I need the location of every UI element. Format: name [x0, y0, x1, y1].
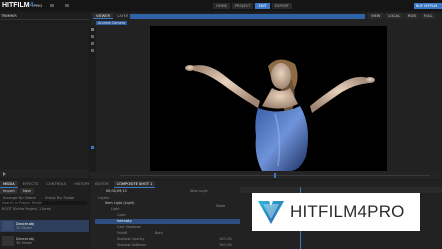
- layer-row[interactable]: Shadow Softness 100.0%: [95, 243, 240, 248]
- import-button[interactable]: Import: [0, 188, 18, 194]
- tab-media[interactable]: MEDIA: [0, 181, 18, 188]
- new-layer-button[interactable]: New Layer: [190, 189, 208, 193]
- layer-row-label: Color: [117, 213, 126, 217]
- select-tool-icon[interactable]: [91, 28, 94, 31]
- layers-header: Layers: [98, 196, 110, 200]
- viewer-breadcrumb[interactable]: Andrew Camera: [96, 21, 128, 25]
- media-folder-label: ROOT (Entire Project, 1 Item): [2, 207, 52, 211]
- layer-row[interactable]: Falloff Both: [95, 231, 240, 236]
- tab-controls[interactable]: CONTROLS: [43, 181, 69, 188]
- trimmer-play-icon[interactable]: [3, 172, 6, 176]
- falloff-value[interactable]: Both: [155, 231, 163, 235]
- top-nav: HOME PROJECT EDIT EXPORT: [213, 3, 292, 9]
- rgb-dropdown[interactable]: RGB: [405, 13, 419, 19]
- trimmer-controls: [0, 169, 89, 178]
- media-thumbnail: [2, 236, 14, 246]
- move-tool-icon[interactable]: [91, 35, 94, 38]
- watermark-text: HITFILM4PRO: [290, 202, 405, 221]
- tab-editor[interactable]: EDITOR: [92, 181, 112, 188]
- layer-row[interactable]: Light: [95, 207, 240, 212]
- media-item[interactable]: Dancer.obj 3D Model: [0, 220, 89, 232]
- layer-row[interactable]: Item Light (Light): [95, 201, 240, 206]
- layer-row-label: Shadow Softness: [117, 243, 146, 247]
- media-thumbnail: [2, 221, 14, 231]
- viewer-canvas[interactable]: [150, 26, 387, 171]
- viewer-tool-strip: [90, 26, 96, 172]
- top-menu-icons: [50, 4, 80, 7]
- nav-tab-export[interactable]: EXPORT: [271, 3, 292, 9]
- file-icon[interactable]: [65, 4, 69, 7]
- media-item-sub: 3D Model: [16, 226, 33, 230]
- layer-row-selected[interactable]: Intensity: [95, 219, 240, 224]
- media-toolbar: Import New: [0, 188, 89, 194]
- layer-row-label: Shadow Opacity: [117, 237, 145, 241]
- view-dropdown[interactable]: VIEW: [368, 13, 384, 19]
- nav-tab-edit[interactable]: EDIT: [255, 3, 270, 9]
- tab-viewer[interactable]: VIEWER: [93, 13, 114, 19]
- hitfilm-logo-icon: [258, 201, 284, 224]
- hitfilm-watermark: HITFILM4PRO: [252, 193, 420, 231]
- layer-row-label: Intensity: [117, 219, 132, 223]
- media-tabs: MEDIA EFFECTS CONTROLS HISTORY: [0, 181, 93, 188]
- mask-tool-icon[interactable]: [91, 49, 94, 52]
- layer-row-label: Light: [111, 207, 120, 211]
- buy-hitfilm-button[interactable]: BUY HITFILM: [414, 3, 442, 9]
- shadow-softness-value[interactable]: 100.0%: [219, 243, 232, 247]
- new-button[interactable]: New: [19, 188, 34, 194]
- tab-layer[interactable]: LAYER: [114, 13, 131, 19]
- logo-pro: PRO: [33, 3, 43, 8]
- rotate-tool-icon[interactable]: [91, 42, 94, 45]
- tab-effects[interactable]: EFFECTS: [20, 181, 42, 188]
- trimmer-header: [0, 19, 89, 20]
- viewer-blue-bar: [130, 14, 365, 19]
- playhead-marker[interactable]: [274, 173, 276, 178]
- logo-hit: HITFILM: [2, 2, 30, 9]
- trimmer-panel: [0, 13, 89, 179]
- editor-tabs: EDITOR COMPOSITE SHOT 1: [92, 181, 156, 188]
- viewer-controls: VIEW LOCAL RGB FULL: [368, 13, 436, 19]
- shadow-opacity-value[interactable]: 100.0%: [219, 237, 232, 241]
- media-item[interactable]: Dancer.obj 3D Model: [0, 235, 89, 247]
- media-search-input[interactable]: Search in Project Media: [1, 201, 87, 205]
- app-logo: HITFILM4PRO: [2, 2, 42, 9]
- dancer-figure: [185, 59, 375, 171]
- nav-tab-project[interactable]: PROJECT: [231, 3, 254, 9]
- viewer-tabs: VIEWER LAYER: [93, 13, 131, 19]
- layer-row-label: Item Light (Light): [105, 201, 135, 205]
- media-item-sub: 3D Model: [16, 241, 33, 245]
- pen-tool-icon[interactable]: [91, 146, 94, 149]
- viewer-bottom-bar: [90, 172, 442, 179]
- nav-tab-home[interactable]: HOME: [213, 3, 230, 9]
- layer-row[interactable]: Shadow Opacity 100.0%: [95, 237, 240, 242]
- editor-timecode[interactable]: 00;00;09;13: [106, 189, 127, 193]
- tab-composite-shot[interactable]: COMPOSITE SHOT 1: [113, 181, 156, 188]
- full-dropdown[interactable]: FULL: [420, 13, 436, 19]
- menu-icon[interactable]: [50, 4, 54, 7]
- layer-row-label: Falloff: [117, 231, 128, 235]
- local-dropdown[interactable]: LOCAL: [385, 13, 404, 19]
- trimmer-title: TRIMMER: [1, 14, 17, 18]
- layer-row[interactable]: Color: [95, 213, 240, 218]
- layer-row[interactable]: Cast Shadows: [95, 225, 240, 230]
- layer-row-label: Cast Shadows: [117, 225, 141, 229]
